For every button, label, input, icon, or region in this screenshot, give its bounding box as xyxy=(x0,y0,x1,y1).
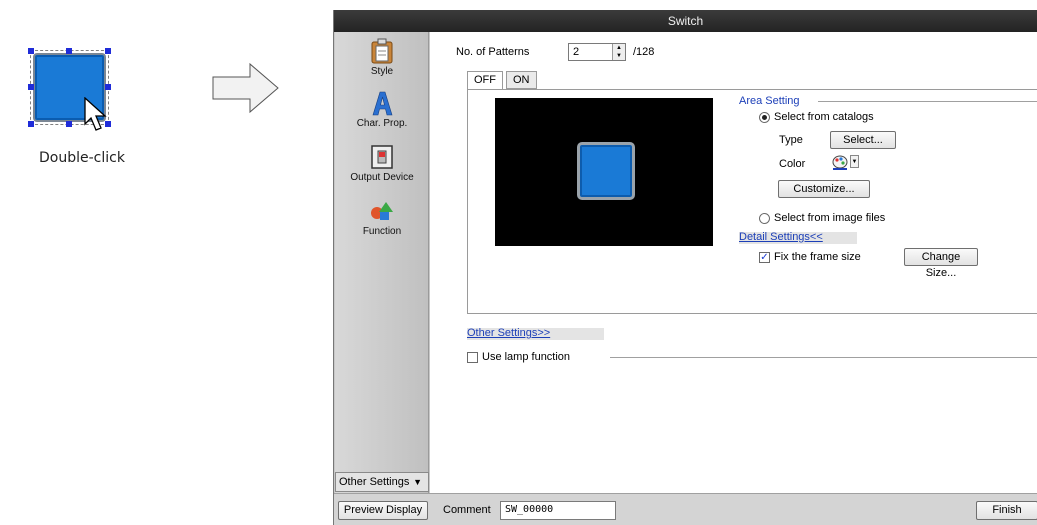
shapes-icon xyxy=(371,202,393,220)
sidebar-item-output-device[interactable]: Output Device xyxy=(335,144,429,183)
fix-frame-checkbox[interactable]: ✓ xyxy=(759,252,770,263)
switch-preview xyxy=(495,98,713,246)
switch-device-icon xyxy=(371,145,393,169)
resize-handle[interactable] xyxy=(28,84,34,90)
select-type-button[interactable]: Select... xyxy=(830,131,896,149)
sidebar-item-char-prop[interactable]: Char. Prop. xyxy=(335,90,429,129)
switch-dialog: Switch Style Char. Prop. Output Device F… xyxy=(333,10,1037,525)
mouse-cursor-icon xyxy=(84,97,107,131)
lamp-checkbox[interactable] xyxy=(467,352,478,363)
tab-on[interactable]: ON xyxy=(506,71,537,89)
clipboard-icon xyxy=(371,38,393,64)
color-label: Color xyxy=(779,158,806,170)
other-settings-label: Other Settings xyxy=(339,476,410,488)
preview-display-button[interactable]: Preview Display xyxy=(338,501,428,520)
sidebar-item-label: Output Device xyxy=(350,172,414,183)
type-label: Type xyxy=(779,134,803,146)
comment-input[interactable]: SW_00000 xyxy=(500,501,616,520)
letter-a-icon xyxy=(372,91,393,116)
select-catalogs-label: Select from catalogs xyxy=(774,111,874,123)
arrow-right-icon xyxy=(212,62,279,114)
finish-button[interactable]: Finish xyxy=(976,501,1037,520)
area-setting-title: Area Setting xyxy=(739,95,800,107)
customize-button[interactable]: Customize... xyxy=(778,180,870,198)
sidebar-item-style[interactable]: Style xyxy=(335,38,429,77)
other-settings-button[interactable]: Other Settings ▼ xyxy=(335,472,429,492)
tab-panel: Area Setting Select from catalogs Type S… xyxy=(467,89,1037,314)
resize-handle[interactable] xyxy=(105,48,111,54)
change-size-button[interactable]: Change Size... xyxy=(904,248,978,279)
resize-handle[interactable] xyxy=(66,121,72,127)
fix-frame-label: Fix the frame size xyxy=(774,251,861,263)
double-click-caption: Double-click xyxy=(39,150,125,166)
lamp-label: Use lamp function xyxy=(482,351,571,363)
sidebar-item-function[interactable]: Function xyxy=(335,198,429,237)
detail-settings-link[interactable]: Detail Settings<< xyxy=(739,231,823,243)
divider xyxy=(610,357,1037,358)
color-picker[interactable]: ▼ xyxy=(831,154,861,171)
dialog-title: Switch xyxy=(334,10,1037,32)
spinner-icon[interactable]: ▲ ▼ xyxy=(612,44,625,60)
tab-off[interactable]: OFF xyxy=(467,71,503,90)
sidebar-item-label: Style xyxy=(370,66,394,77)
comment-label: Comment xyxy=(443,504,491,516)
select-catalogs-radio[interactable] xyxy=(759,112,770,123)
patterns-label: No. of Patterns xyxy=(456,46,530,58)
resize-handle[interactable] xyxy=(105,84,111,90)
bottom-bar: Preview Display Comment SW_00000 Finish xyxy=(334,493,1037,525)
sidebar-item-label: Char. Prop. xyxy=(356,118,408,129)
patterns-input[interactable]: 2 ▲ ▼ xyxy=(568,43,626,61)
sidebar-item-label: Function xyxy=(362,226,402,237)
resize-handle[interactable] xyxy=(66,48,72,54)
select-image-radio[interactable] xyxy=(759,213,770,224)
resize-handle[interactable] xyxy=(28,121,34,127)
content-pane: No. of Patterns 2 ▲ ▼ /128 OFF ON Area Se… xyxy=(430,32,1037,493)
select-image-label: Select from image files xyxy=(774,212,886,224)
resize-handle[interactable] xyxy=(28,48,34,54)
patterns-value: 2 xyxy=(573,46,580,58)
chevron-down-icon[interactable]: ▼ xyxy=(850,155,859,168)
divider xyxy=(818,101,1037,102)
chevron-down-icon: ▼ xyxy=(413,477,422,487)
preview-switch-shape xyxy=(577,142,635,200)
sidebar: Style Char. Prop. Output Device Function xyxy=(335,32,429,493)
patterns-max: /128 xyxy=(633,46,655,58)
palette-icon xyxy=(832,155,848,170)
other-settings-link[interactable]: Other Settings>> xyxy=(467,327,550,339)
